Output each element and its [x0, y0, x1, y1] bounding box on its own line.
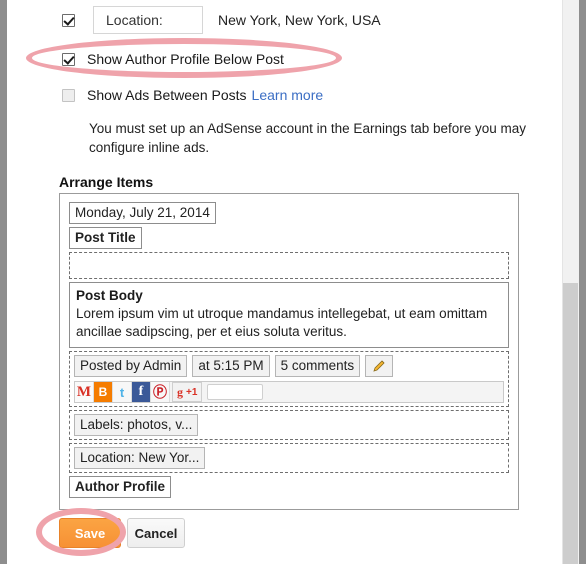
cancel-button[interactable]: Cancel [127, 518, 185, 548]
save-button[interactable]: Save [59, 518, 121, 548]
author-profile-checkbox[interactable] [62, 52, 75, 66]
location-drop-zone[interactable]: Location: New Yor... [69, 443, 509, 473]
facebook-icon[interactable]: f [132, 382, 151, 402]
share-buttons-bar: M B t f Ⓟ g +1 [74, 381, 504, 403]
post-body-item[interactable]: Post Body Lorem ipsum vim ut utroque man… [69, 282, 509, 348]
blogger-icon[interactable]: B [94, 382, 113, 402]
twitter-icon[interactable]: t [113, 382, 132, 402]
empty-drop-zone[interactable] [69, 252, 509, 279]
window-left-border [0, 0, 7, 564]
google-plus-one-button[interactable]: g +1 [172, 382, 203, 402]
labels-chip[interactable]: Labels: photos, v... [74, 414, 199, 436]
post-title-item-row: Post Title [69, 227, 509, 249]
plus-one-count-bubble [207, 384, 264, 400]
show-ads-option-row: Show Ads Between Posts Learn more [62, 87, 323, 103]
posted-by-chip[interactable]: Posted by Admin [74, 355, 188, 377]
learn-more-link[interactable]: Learn more [252, 87, 324, 103]
page-root: Location: New York, New York, USA Show A… [0, 0, 586, 564]
pinterest-icon[interactable]: Ⓟ [151, 382, 170, 402]
post-meta-row: Posted by Admin at 5:15 PM 5 comments [74, 355, 504, 377]
author-profile-chip[interactable]: Author Profile [69, 476, 171, 498]
show-ads-label: Show Ads Between Posts [87, 87, 247, 103]
show-ads-checkbox[interactable] [62, 88, 75, 102]
post-meta-drop-zone[interactable]: Posted by Admin at 5:15 PM 5 comments M … [69, 351, 509, 407]
post-body-heading: Post Body [76, 288, 143, 303]
location-chip[interactable]: Location: New Yor... [74, 447, 206, 469]
author-profile-option-row: Show Author Profile Below Post [62, 51, 284, 67]
author-profile-label: Show Author Profile Below Post [87, 51, 284, 67]
date-item-row: Monday, July 21, 2014 [69, 202, 509, 224]
pencil-icon[interactable] [365, 355, 394, 377]
plus-one-label: +1 [186, 386, 198, 398]
location-checkbox[interactable] [62, 13, 75, 27]
post-time-chip[interactable]: at 5:15 PM [192, 355, 270, 377]
location-option-row: Location: New York, New York, USA [62, 6, 381, 34]
location-field-label[interactable]: Location: [93, 6, 203, 34]
comments-count-chip[interactable]: 5 comments [274, 355, 361, 377]
settings-content-area: Location: New York, New York, USA Show A… [7, 0, 562, 564]
author-profile-item-row: Author Profile [69, 476, 509, 498]
gmail-icon[interactable]: M [75, 382, 94, 402]
adsense-note: You must set up an AdSense account in th… [89, 121, 527, 155]
post-title-chip[interactable]: Post Title [69, 227, 142, 249]
window-right-border [579, 0, 586, 564]
labels-drop-zone[interactable]: Labels: photos, v... [69, 410, 509, 440]
vertical-scrollbar-thumb[interactable] [563, 283, 578, 564]
arrange-items-heading: Arrange Items [59, 174, 154, 190]
date-chip[interactable]: Monday, July 21, 2014 [69, 202, 216, 224]
location-value: New York, New York, USA [218, 12, 381, 28]
arrange-items-preview: Monday, July 21, 2014 Post Title Post Bo… [59, 193, 519, 510]
form-actions: Save Cancel [59, 518, 185, 548]
google-g-icon: g [177, 384, 183, 399]
post-body-text: Lorem ipsum vim ut utroque mandamus inte… [76, 306, 488, 339]
